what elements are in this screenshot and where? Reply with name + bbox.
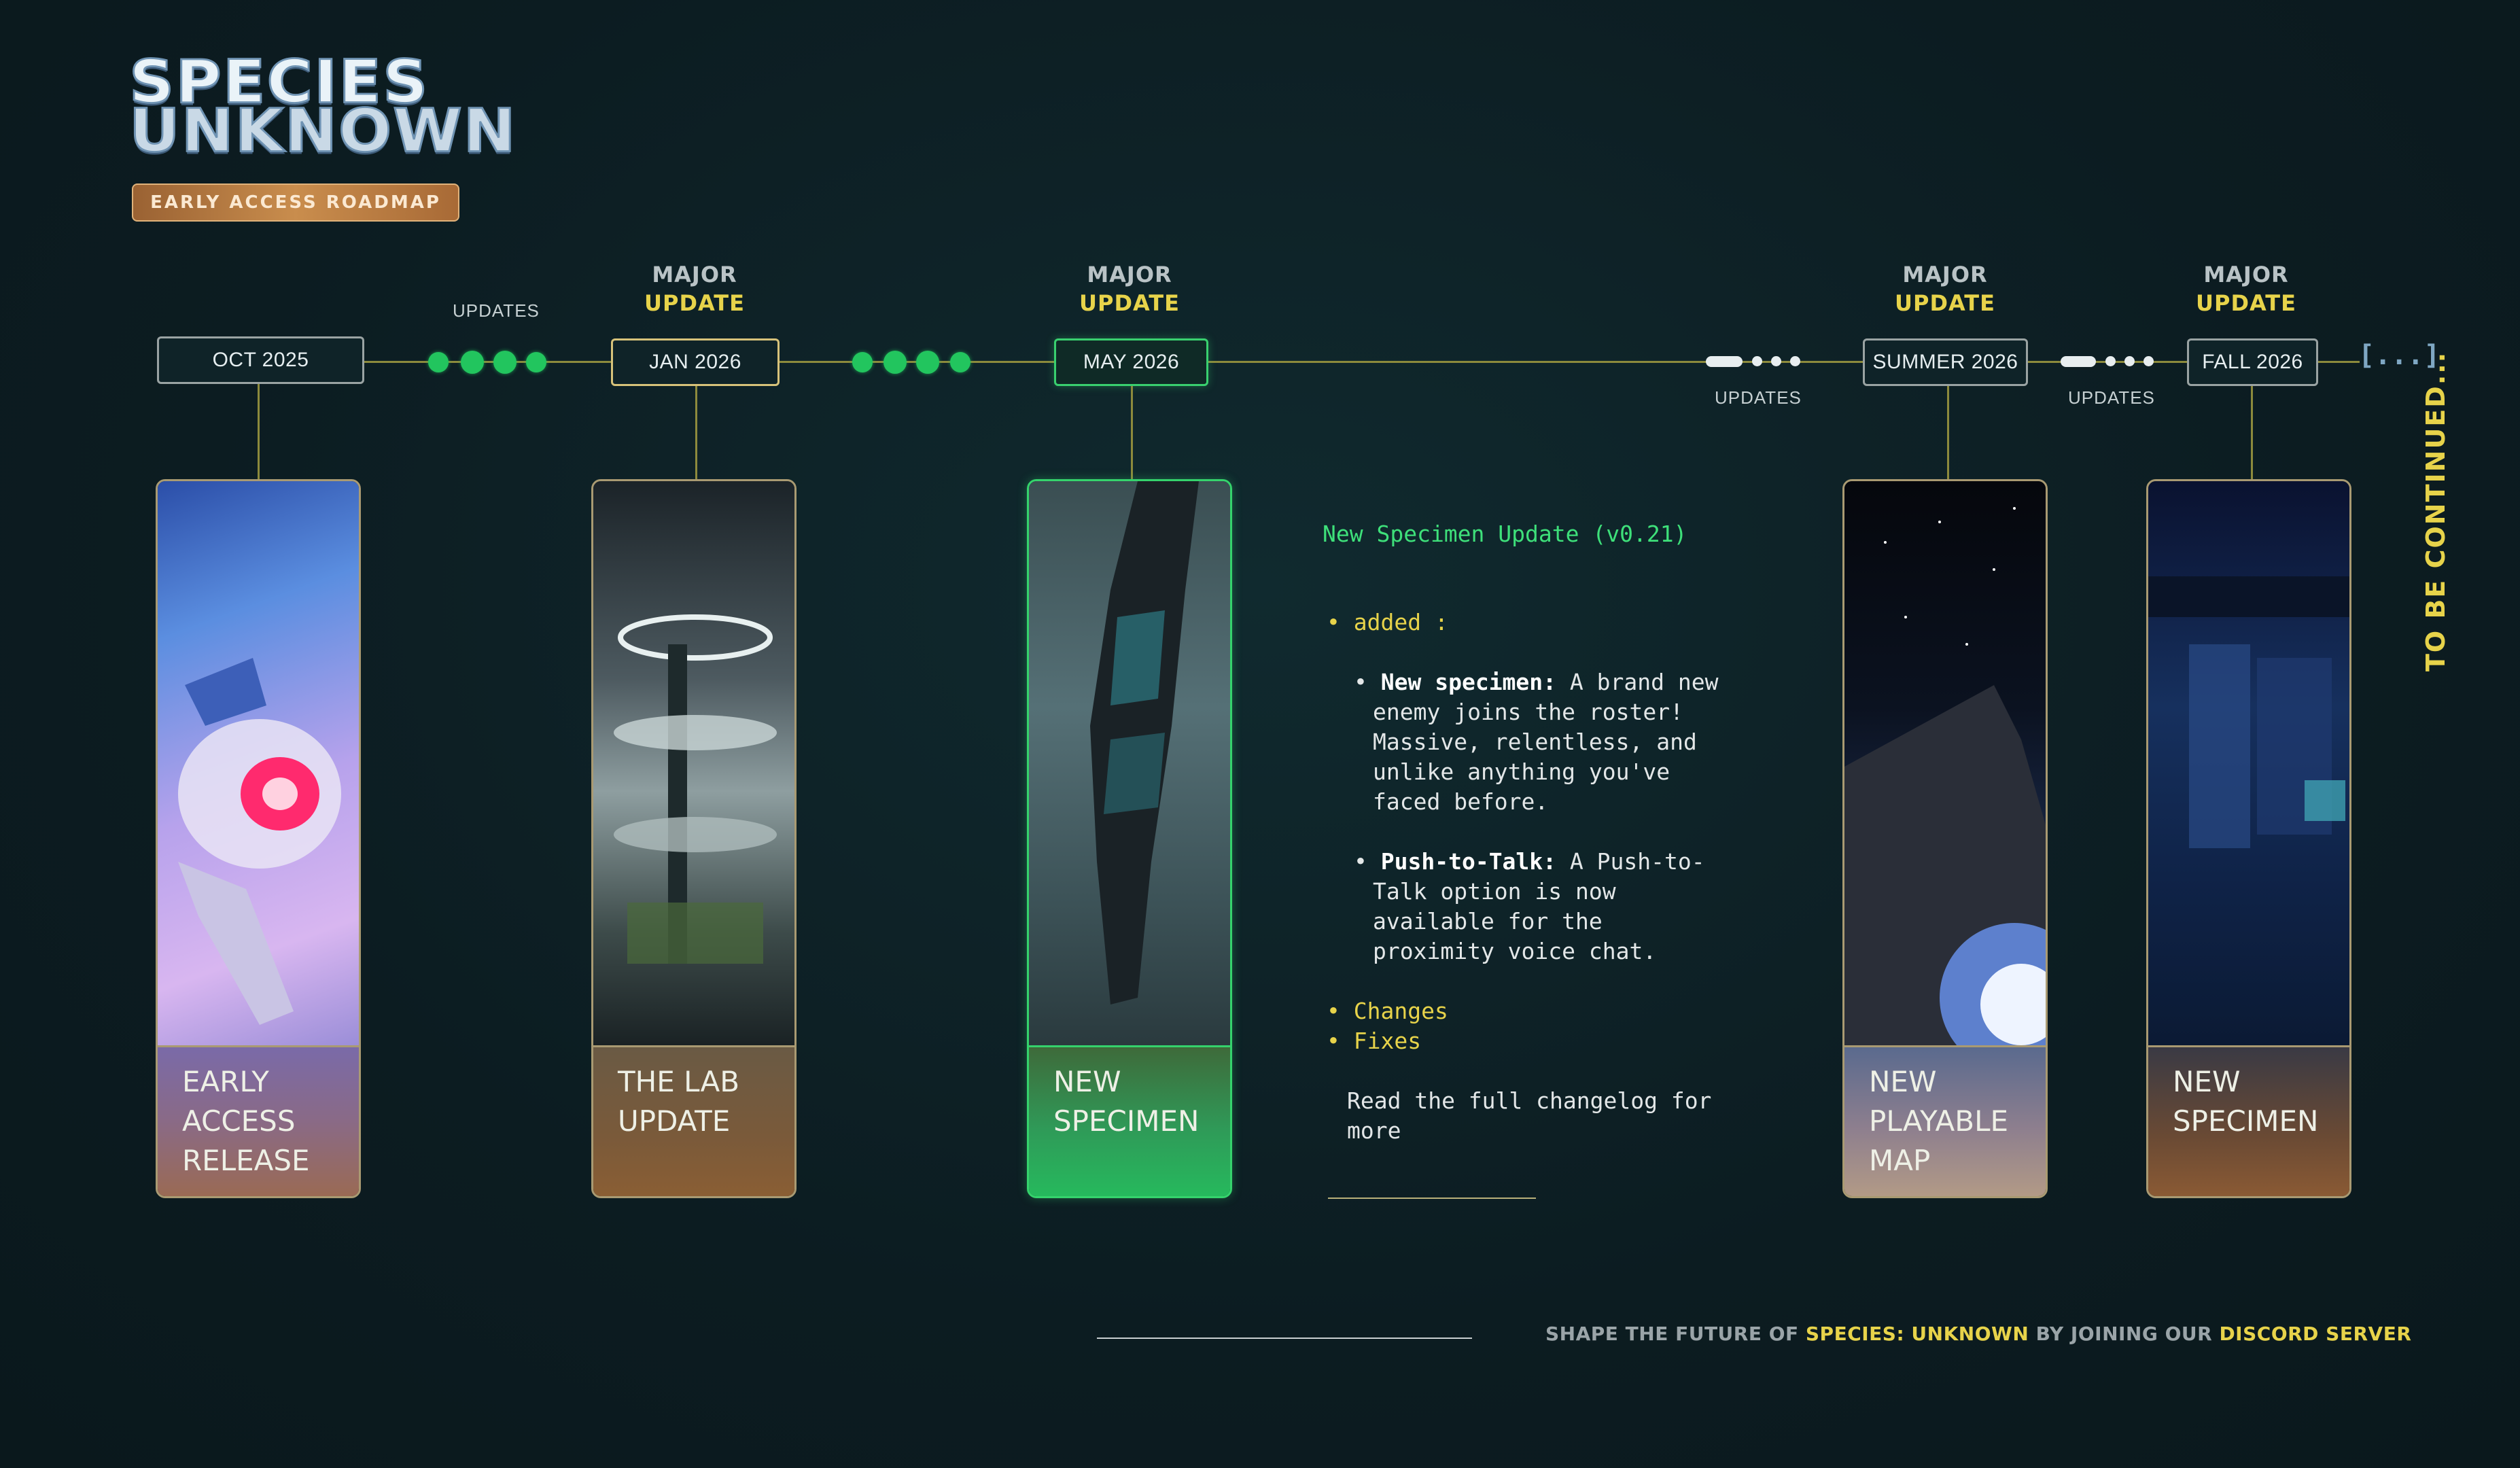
timeline-segment-1 — [364, 361, 612, 363]
to-be-continued-label: TO BE CONTINUED... — [2421, 351, 2451, 671]
footer-cta[interactable]: SHAPE THE FUTURE OF SPECIES: UNKNOWN BY … — [1545, 1323, 2411, 1345]
date-oct-2025: OCT 2025 — [157, 336, 364, 384]
update-dot — [2143, 356, 2154, 366]
early-access-roadmap-badge: EARLY ACCESS ROADMAP — [132, 184, 459, 222]
roadmap-card-lab-update[interactable]: THE LAB UPDATE — [591, 479, 797, 1198]
update-dot — [2124, 356, 2135, 366]
roadmap-card-early-access[interactable]: EARLY ACCESS RELEASE — [156, 479, 361, 1198]
card-caption: NEW SPECIMEN — [2148, 1045, 2349, 1196]
update-dot — [950, 352, 970, 372]
date-may-2026: MAY 2026 — [1054, 338, 1208, 386]
major-update-label-may: MAJOR UPDATE — [1079, 262, 1180, 316]
card-image-spaceship — [1844, 481, 2046, 1045]
card-image-robot — [158, 481, 359, 1045]
updates-label-1: UPDATES — [453, 300, 540, 321]
date-jan-2026: JAN 2026 — [611, 338, 780, 386]
date-fall-2026: FALL 2026 — [2187, 338, 2318, 386]
changelog-divider — [1328, 1198, 1536, 1199]
logo-line-2: UNKNOWN — [128, 96, 517, 166]
update-pill — [2061, 356, 2096, 367]
updates-label-3: UPDATES — [2068, 387, 2155, 408]
update-dot — [883, 351, 907, 374]
update-dot — [2105, 356, 2116, 366]
update-dot — [461, 351, 484, 374]
footer-game-name: SPECIES: UNKNOWN — [1805, 1323, 2029, 1345]
connector-fall — [2251, 386, 2253, 480]
card-caption: THE LAB UPDATE — [593, 1045, 794, 1196]
changelog-panel: New Specimen Update (v0.21) • added : • … — [1323, 519, 1798, 1146]
changelog-item-new-specimen: • New specimen: A brand new enemy joins … — [1354, 669, 1719, 815]
update-dot — [526, 352, 546, 372]
card-caption: EARLY ACCESS RELEASE — [158, 1045, 359, 1196]
card-caption: NEW SPECIMEN — [1029, 1045, 1230, 1196]
changelog-changes: • Changes — [1327, 998, 1448, 1024]
major-update-label-fall: MAJOR UPDATE — [2196, 262, 2296, 316]
connector-oct — [258, 384, 260, 480]
major-update-label-summer: MAJOR UPDATE — [1895, 262, 1995, 316]
card-image-specimen-arm — [1029, 481, 1230, 1045]
card-image-station-interior — [2148, 481, 2349, 1045]
changelog-added-heading: • added : — [1327, 609, 1448, 635]
footer-discord-link: DISCORD SERVER — [2219, 1323, 2412, 1345]
roadmap-card-new-map[interactable]: NEW PLAYABLE MAP — [1842, 479, 2048, 1198]
roadmap-card-new-specimen[interactable]: NEW SPECIMEN — [1027, 479, 1232, 1198]
updates-label-2: UPDATES — [1715, 387, 1802, 408]
card-caption: NEW PLAYABLE MAP — [1844, 1045, 2046, 1196]
changelog-fixes: • Fixes — [1327, 1028, 1422, 1054]
date-summer-2026: SUMMER 2026 — [1863, 338, 2028, 386]
update-dot — [1771, 356, 1781, 366]
changelog-title: New Specimen Update (v0.21) — [1323, 521, 1687, 547]
update-dot — [428, 352, 449, 372]
update-dot — [916, 351, 939, 374]
connector-jan — [695, 386, 697, 480]
card-image-lab — [593, 481, 794, 1045]
changelog-item-push-to-talk: • Push-to-Talk: A Push-to- Talk option i… — [1354, 848, 1705, 964]
update-dot — [852, 352, 873, 372]
timeline-segment-3 — [1208, 361, 1863, 363]
update-pill — [1706, 356, 1743, 367]
roadmap-card-new-specimen-2[interactable]: NEW SPECIMEN — [2146, 479, 2351, 1198]
game-logo: SPECIES UNKNOWN — [128, 51, 517, 166]
update-dot — [1752, 356, 1762, 366]
timeline-segment-5 — [2317, 361, 2360, 363]
major-update-label-jan: MAJOR UPDATE — [644, 262, 745, 316]
changelog-read-more-link[interactable]: Read the full changelog for more — [1347, 1086, 1798, 1146]
footer-divider — [1097, 1338, 1472, 1339]
update-dot — [1790, 356, 1800, 366]
connector-may — [1131, 386, 1133, 480]
update-dot — [493, 351, 517, 374]
connector-summer — [1947, 386, 1949, 480]
